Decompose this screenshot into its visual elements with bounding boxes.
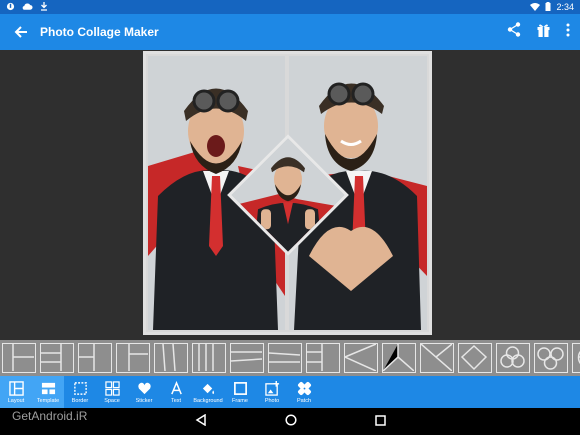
square-recents-icon — [374, 414, 386, 426]
layout-thumb[interactable] — [40, 343, 74, 373]
download-icon — [40, 1, 48, 13]
cloud-icon — [22, 2, 33, 13]
layout-thumb[interactable] — [420, 343, 454, 373]
tool-template[interactable]: Template — [32, 376, 64, 408]
notification-icon — [6, 2, 15, 13]
tool-label: Border — [71, 397, 89, 404]
home-nav-button[interactable] — [284, 413, 297, 431]
layout-icon — [8, 380, 24, 396]
layout-thumb[interactable] — [78, 343, 112, 373]
layout-templates-strip — [0, 340, 580, 376]
status-time: 2:34 — [556, 2, 574, 12]
tool-label: Template — [36, 397, 60, 404]
layout-thumb[interactable] — [572, 343, 580, 373]
layout-thumb[interactable] — [496, 343, 530, 373]
tool-background[interactable]: Background — [192, 376, 224, 408]
text-icon — [170, 380, 182, 394]
template-icon — [41, 382, 55, 394]
status-bar: 2:34 — [0, 0, 580, 14]
heart-icon — [137, 382, 151, 394]
tool-label: Background — [193, 397, 223, 404]
share-button[interactable] — [507, 22, 521, 42]
tool-label: Frame — [232, 397, 248, 404]
home-circle-icon — [284, 413, 297, 426]
layout-thumb[interactable] — [154, 343, 188, 373]
tool-label: Layout — [7, 397, 25, 404]
tool-label: Sticker — [135, 397, 153, 404]
layout-thumb[interactable] — [344, 343, 378, 373]
frame-icon — [233, 381, 247, 395]
tool-label: Space — [104, 397, 120, 404]
tool-patch[interactable]: Patch — [288, 376, 320, 408]
bottom-toolbar: Layout Template Border Space Sticker Tex… — [0, 376, 580, 408]
border-icon — [73, 381, 87, 395]
collage-canvas — [0, 50, 580, 340]
paint-bucket-icon — [202, 383, 214, 394]
tool-label: Patch — [296, 397, 312, 404]
tool-sticker[interactable]: Sticker — [128, 376, 160, 408]
more-vert-icon — [566, 23, 570, 36]
back-button[interactable] — [10, 21, 32, 43]
triangle-back-icon — [195, 413, 206, 426]
tool-label: Photo — [264, 397, 280, 404]
battery-icon — [545, 1, 551, 13]
app-bar: Photo Collage Maker — [0, 14, 580, 50]
layout-thumb[interactable] — [534, 343, 568, 373]
tool-label: Text — [170, 397, 182, 404]
tool-photo[interactable]: Photo — [256, 376, 288, 408]
layout-thumb[interactable] — [230, 343, 264, 373]
tool-frame[interactable]: Frame — [224, 376, 256, 408]
overflow-menu-button[interactable] — [566, 23, 570, 42]
gift-icon — [537, 24, 550, 37]
tool-text[interactable]: Text — [160, 376, 192, 408]
add-photo-icon — [264, 380, 279, 396]
layout-thumb[interactable] — [268, 343, 302, 373]
layout-thumb[interactable] — [116, 343, 150, 373]
back-nav-button[interactable] — [195, 413, 207, 431]
layout-thumb[interactable] — [306, 343, 340, 373]
gift-button[interactable] — [537, 23, 550, 42]
share-icon — [507, 22, 521, 37]
wifi-icon — [530, 2, 541, 13]
layout-thumb[interactable] — [2, 343, 36, 373]
tool-space[interactable]: Space — [96, 376, 128, 408]
bandage-icon — [297, 381, 311, 395]
layout-thumb[interactable] — [458, 343, 492, 373]
recents-nav-button[interactable] — [374, 413, 386, 431]
collage-frame — [143, 51, 432, 335]
space-icon — [104, 380, 120, 396]
tool-layout[interactable]: Layout — [0, 376, 32, 408]
tool-border[interactable]: Border — [64, 376, 96, 408]
page-title: Photo Collage Maker — [40, 25, 159, 39]
layout-thumb[interactable] — [192, 343, 226, 373]
watermark: GetAndroid.iR — [12, 409, 88, 423]
arrow-left-icon — [14, 26, 27, 38]
layout-thumb[interactable] — [382, 343, 416, 373]
